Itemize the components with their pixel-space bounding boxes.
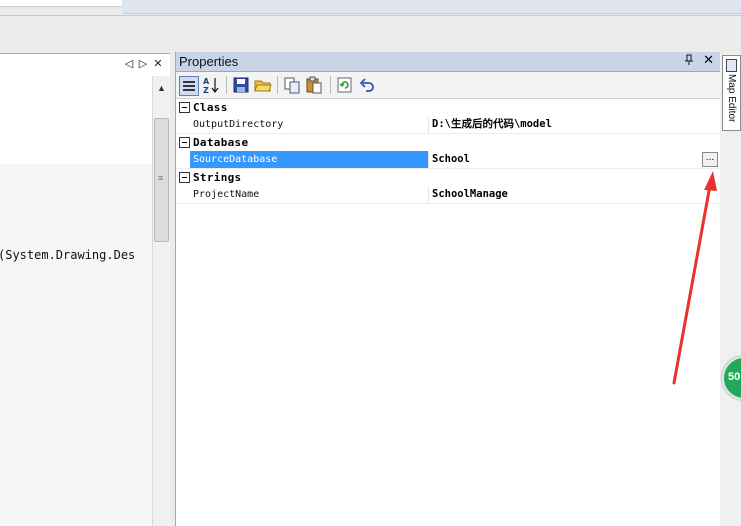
property-name[interactable]: ProjectName — [190, 186, 429, 203]
save-icon[interactable] — [232, 76, 250, 94]
category-row-strings[interactable]: Strings — [176, 169, 720, 186]
property-row-output-directory[interactable]: OutputDirectory D:\生成后的代码\model — [176, 116, 720, 134]
badge-text: 50 — [728, 371, 741, 383]
editor-vertical-scrollbar[interactable]: ▲ ≡ — [152, 76, 170, 526]
code-editor[interactable]: (System.Drawing.Des — [0, 76, 152, 526]
property-row-project-name[interactable]: ProjectName SchoolManage — [176, 186, 720, 204]
category-row-database[interactable]: Database — [176, 134, 720, 151]
refresh-icon[interactable] — [336, 76, 354, 94]
scroll-tabs-left-icon[interactable]: ◁ — [123, 57, 135, 71]
map-editor-tab[interactable]: Map Editor — [722, 55, 741, 131]
close-document-icon[interactable]: ✕ — [152, 57, 164, 71]
category-row-class[interactable]: Class — [176, 99, 720, 116]
map-editor-label: Map Editor — [726, 74, 737, 123]
close-panel-icon[interactable]: ✕ — [703, 53, 714, 69]
open-folder-icon[interactable] — [254, 76, 272, 94]
paste-icon[interactable] — [305, 76, 323, 94]
scrollbar-grip-icon: ≡ — [158, 173, 164, 183]
category-label: Strings — [193, 171, 242, 184]
category-label: Class — [193, 101, 228, 114]
property-grid: Class OutputDirectory D:\生成后的代码\model Da… — [176, 99, 720, 204]
property-row-source-database[interactable]: SourceDatabase School ... — [176, 151, 720, 169]
toolbar-separator — [277, 76, 278, 94]
top-divider — [0, 15, 741, 16]
property-name[interactable]: OutputDirectory — [190, 116, 429, 133]
copy-icon[interactable] — [283, 76, 301, 94]
categorized-icon[interactable] — [179, 76, 199, 96]
code-line: (System.Drawing.Des — [0, 248, 136, 262]
properties-title-bar[interactable]: Properties ✕ — [176, 52, 720, 72]
undo-icon[interactable] — [358, 76, 376, 94]
right-tool-strip: Map Editor — [720, 52, 741, 526]
toolbar-separator — [226, 76, 227, 94]
collapse-icon[interactable] — [179, 172, 190, 183]
scroll-up-arrow-icon[interactable]: ▲ — [153, 82, 170, 94]
property-name[interactable]: SourceDatabase — [190, 151, 429, 168]
property-value[interactable]: D:\生成后的代码\model — [432, 116, 552, 133]
scroll-tabs-right-icon[interactable]: ▷ — [137, 57, 149, 71]
svg-text:Z: Z — [203, 86, 209, 94]
svg-text:A: A — [203, 77, 210, 86]
properties-toolbar: A Z — [176, 72, 720, 99]
pin-icon[interactable] — [684, 54, 694, 70]
properties-title: Properties — [179, 54, 239, 69]
collapse-icon[interactable] — [179, 102, 190, 113]
browse-ellipsis-button[interactable]: ... — [702, 152, 718, 167]
map-editor-icon — [726, 59, 737, 72]
code-editor-margin-area — [0, 164, 152, 526]
scrollbar-thumb[interactable]: ≡ — [154, 118, 169, 242]
collapse-icon[interactable] — [179, 137, 190, 148]
property-value[interactable]: SchoolManage — [432, 186, 508, 203]
properties-panel: Properties ✕ A Z Class OutputDirectory D… — [175, 52, 721, 526]
category-label: Database — [193, 136, 249, 149]
toolbar-separator — [330, 76, 331, 94]
top-document-tab[interactable] — [0, 0, 123, 7]
property-value[interactable]: School — [432, 151, 470, 168]
editor-tab-strip: ◁ ▷ ✕ — [0, 53, 170, 77]
top-toolbar-strip — [122, 0, 741, 14]
alphabetical-sort-icon[interactable]: A Z — [202, 76, 220, 95]
